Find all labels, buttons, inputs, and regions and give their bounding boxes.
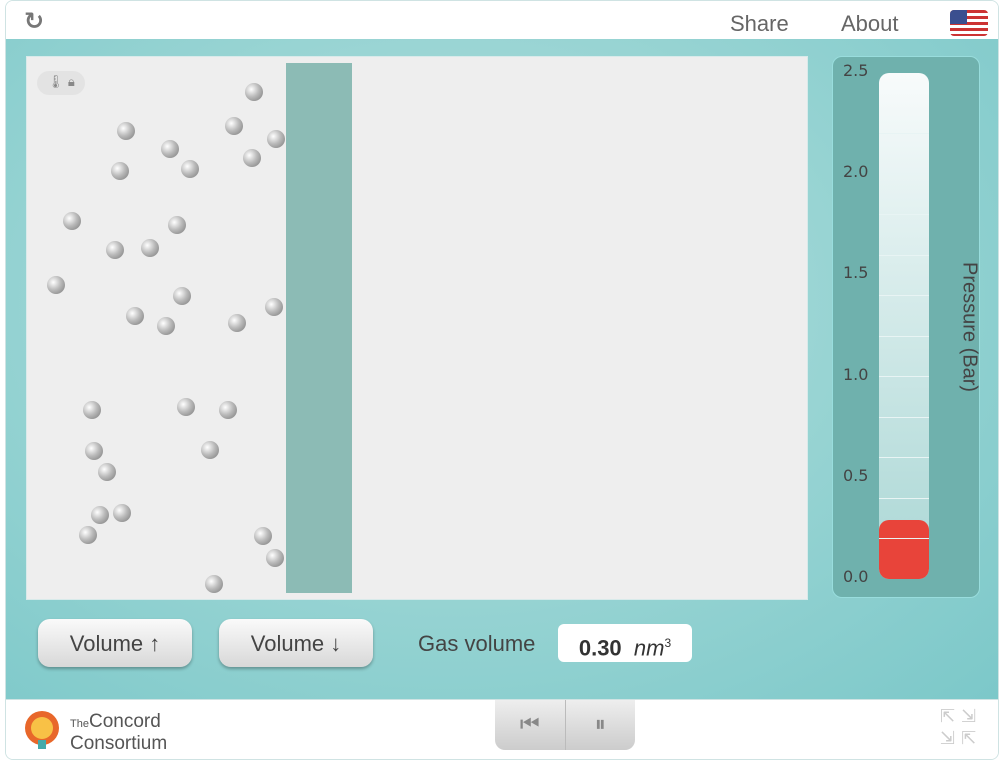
pause-icon[interactable]: ⏸︎ [566, 700, 636, 750]
gas-particle [168, 216, 186, 234]
gas-volume-label: Gas volume [418, 631, 536, 656]
volume-down-button[interactable]: Volume ↓ [219, 619, 373, 667]
fullscreen-icon[interactable]: ⇱⇲ ⇲⇱ [940, 706, 990, 750]
gas-particle [254, 527, 272, 545]
gas-particle [225, 117, 243, 135]
gas-particle [267, 130, 285, 148]
gas-particle [126, 307, 144, 325]
logo-line2: Consortium [70, 733, 168, 754]
app-frame: ↻ Share About 🌡︎ 🔒︎ 2.5 2.0 1.5 1.0 0.5 … [5, 0, 999, 760]
gas-particle [113, 504, 131, 522]
gas-particle [157, 317, 175, 335]
gauge-gridline [879, 497, 929, 499]
tick-label: 2.0 [843, 162, 869, 181]
gas-particle [83, 401, 101, 419]
tick-label: 0.5 [843, 466, 869, 485]
gauge-gridline [879, 538, 929, 540]
gauge-gridline [879, 133, 929, 135]
gas-particle [106, 241, 124, 259]
about-link[interactable]: About [841, 11, 899, 37]
gauge-gridline [879, 295, 929, 297]
logo-small: The [70, 718, 89, 730]
gas-particle [117, 122, 135, 140]
gas-particle [141, 239, 159, 257]
gas-particle [111, 162, 129, 180]
gas-particle [161, 140, 179, 158]
top-bar: ↻ Share About [6, 1, 998, 39]
gas-particle [79, 526, 97, 544]
tick-label: 1.5 [843, 263, 869, 282]
gas-particle [63, 212, 81, 230]
gas-volume-readout: 0.30 nm3 [558, 624, 692, 662]
gas-particle [85, 442, 103, 460]
gas-particle [91, 506, 109, 524]
tick-label: 2.5 [843, 61, 869, 80]
gas-particle [98, 463, 116, 481]
tick-label: 0.0 [843, 567, 869, 586]
gauge-gridline [879, 173, 929, 175]
pressure-tube [879, 73, 929, 579]
gas-particle [205, 575, 223, 593]
tick-label: 1.0 [843, 365, 869, 384]
footer: TheConcord Consortium ⏮︎ ⏸︎ ⇱⇲ ⇲⇱ [6, 699, 998, 759]
gas-particle [265, 298, 283, 316]
pressure-fill [879, 520, 929, 579]
logo-line1: Concord [88, 711, 161, 732]
gas-particle [219, 401, 237, 419]
share-link[interactable]: Share [730, 11, 789, 37]
gauge-gridline [879, 457, 929, 459]
gauge-gridline [879, 254, 929, 256]
playback-controls: ⏮︎ ⏸︎ [495, 700, 635, 750]
volume-up-button[interactable]: Volume ↑ [38, 619, 192, 667]
gas-particle [181, 160, 199, 178]
gas-particle [201, 441, 219, 459]
gas-particle [47, 276, 65, 294]
pressure-gauge: 2.5 2.0 1.5 1.0 0.5 0.0 Pressure (Bar) [832, 56, 981, 598]
gas-volume-unit: nm [633, 635, 665, 661]
simulation-area: 🌡︎ 🔒︎ 2.5 2.0 1.5 1.0 0.5 0.0 Pressure (… [6, 39, 998, 699]
lock-icon: 🔒︎ [67, 75, 75, 90]
gas-particle [266, 549, 284, 567]
gas-container: 🌡︎ 🔒︎ [26, 56, 808, 600]
gas-particle [245, 83, 263, 101]
piston [286, 63, 352, 593]
gauge-gridline [879, 376, 929, 378]
reload-icon[interactable]: ↻ [24, 7, 44, 35]
concord-logo-text[interactable]: TheConcord Consortium [70, 712, 167, 753]
skip-back-icon[interactable]: ⏮︎ [495, 700, 566, 750]
gas-particle [243, 149, 261, 167]
concord-logo-icon [25, 711, 59, 749]
us-flag-icon[interactable] [950, 10, 988, 36]
gas-particle [228, 314, 246, 332]
thermometer-icon: 🌡︎ [47, 75, 64, 90]
status-icons: 🌡︎ 🔒︎ [37, 71, 85, 95]
gas-particle [173, 287, 191, 305]
gas-particle [177, 398, 195, 416]
pressure-axis-label: Pressure (Bar) [958, 261, 981, 393]
gauge-gridline [879, 214, 929, 216]
gas-volume-value: 0.30 [578, 635, 622, 661]
gauge-gridline [879, 335, 929, 337]
gas-volume-exponent: 3 [664, 636, 672, 650]
gauge-gridline [879, 416, 929, 418]
